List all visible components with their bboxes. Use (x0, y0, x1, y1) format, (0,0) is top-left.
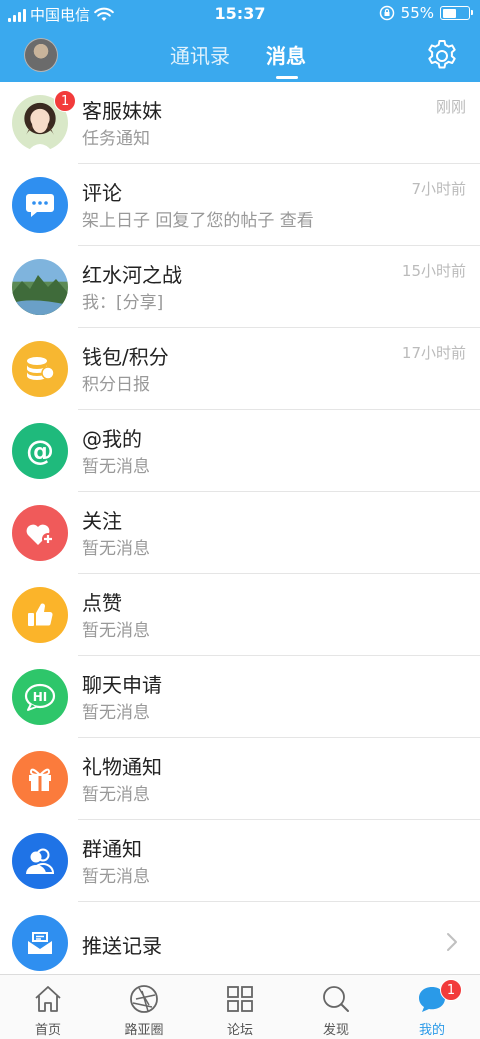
bottom-tab-bar: 首页 路亚圈 论坛 发现 1 我的 (0, 974, 480, 1039)
message-row-push-history[interactable]: 推送记录 (0, 902, 480, 984)
message-subtitle: 暂无消息 (82, 785, 150, 805)
home-icon (35, 986, 61, 1012)
message-subtitle: 暂无消息 (82, 703, 150, 723)
gear-icon[interactable] (424, 38, 460, 74)
svg-text:HI: HI (33, 690, 48, 704)
grid-icon (227, 986, 253, 1012)
status-right: 55% (379, 4, 473, 22)
comment-icon (12, 177, 68, 233)
message-title: 推送记录 (82, 934, 162, 958)
message-row-mentions[interactable]: @ @我的 暂无消息 (0, 410, 480, 492)
tab-label: 论坛 (226, 1023, 253, 1038)
search-icon (323, 986, 349, 1012)
battery-percent: 55% (400, 4, 434, 22)
active-tab-indicator (276, 76, 298, 79)
message-subtitle: 积分日报 (82, 375, 150, 395)
chat-hi-icon: HI (12, 669, 68, 725)
tab-lure-circle[interactable]: 路亚圈 (96, 975, 192, 1039)
message-title: 钱包/积分 (82, 345, 169, 369)
mail-icon (12, 915, 68, 971)
message-title: 聊天申请 (82, 673, 162, 697)
message-title: 评论 (82, 181, 122, 205)
tab-me[interactable]: 1 我的 (384, 975, 480, 1039)
message-subtitle: 暂无消息 (82, 621, 150, 641)
heart-plus-icon (12, 505, 68, 561)
message-subtitle: 暂无消息 (82, 539, 150, 559)
message-subtitle: 任务通知 (82, 129, 150, 149)
message-row-gifts[interactable]: 礼物通知 暂无消息 (0, 738, 480, 820)
svg-text:@: @ (26, 435, 54, 467)
user-avatar[interactable] (24, 38, 58, 72)
orientation-lock-icon (379, 5, 394, 21)
message-title: 礼物通知 (82, 755, 162, 779)
message-row-customer-service[interactable]: 1 客服妹妹 任务通知 刚刚 (0, 82, 480, 164)
tab-discover[interactable]: 发现 (288, 975, 384, 1039)
unread-badge: 1 (54, 90, 77, 112)
tab-forum[interactable]: 论坛 (192, 975, 288, 1039)
thumbs-up-icon (12, 587, 68, 643)
landscape-photo (12, 259, 68, 315)
message-time: 7小时前 (411, 180, 466, 198)
message-time: 刚刚 (435, 98, 466, 116)
status-bar: 中国电信 15:37 55% (0, 0, 480, 28)
message-row-comments[interactable]: 评论 架上日子 回复了您的帖子 查看 7小时前 (0, 164, 480, 246)
message-row-group-chat[interactable]: 红水河之战 我：[分享] 15小时前 (0, 246, 480, 328)
tab-badge: 1 (440, 979, 462, 1001)
message-row-group-notices[interactable]: 群通知 暂无消息 (0, 820, 480, 902)
message-time: 15小时前 (401, 262, 466, 280)
tab-messages[interactable]: 消息 (266, 40, 306, 69)
battery-fill (442, 8, 456, 18)
tab-home[interactable]: 首页 (0, 975, 96, 1039)
message-subtitle: 暂无消息 (82, 867, 150, 887)
chevron-right-icon (447, 933, 457, 951)
battery-icon (440, 6, 473, 20)
gift-icon (12, 751, 68, 807)
message-title: 点赞 (82, 591, 122, 615)
tab-label: 首页 (34, 1023, 61, 1038)
message-row-wallet[interactable]: 钱包/积分 积分日报 17小时前 (0, 328, 480, 410)
circle-aperture-icon (130, 985, 158, 1013)
message-row-likes[interactable]: 点赞 暂无消息 (0, 574, 480, 656)
message-title: 红水河之战 (82, 263, 182, 287)
message-time: 17小时前 (401, 344, 466, 362)
message-title: 客服妹妹 (82, 99, 162, 123)
message-list: 1 客服妹妹 任务通知 刚刚 评论 架上日子 回复了您的帖子 查看 7小时前 红… (0, 82, 480, 984)
tab-label: 我的 (418, 1023, 445, 1038)
message-title: 群通知 (82, 837, 142, 861)
at-icon: @ (12, 423, 68, 479)
message-row-chat-requests[interactable]: HI 聊天申请 暂无消息 (0, 656, 480, 738)
message-subtitle: 我：[分享] (82, 293, 164, 313)
message-subtitle: 暂无消息 (82, 457, 150, 477)
coins-icon (12, 341, 68, 397)
message-title: @我的 (82, 427, 142, 451)
tab-label: 发现 (322, 1023, 349, 1038)
tab-label: 路亚圈 (124, 1023, 164, 1038)
message-subtitle: 架上日子 回复了您的帖子 查看 (82, 211, 314, 231)
nav-bar: 通讯录 消息 (0, 28, 480, 82)
message-title: 关注 (82, 509, 122, 533)
group-icon (12, 833, 68, 889)
tab-contacts[interactable]: 通讯录 (170, 40, 230, 69)
message-row-follows[interactable]: 关注 暂无消息 (0, 492, 480, 574)
